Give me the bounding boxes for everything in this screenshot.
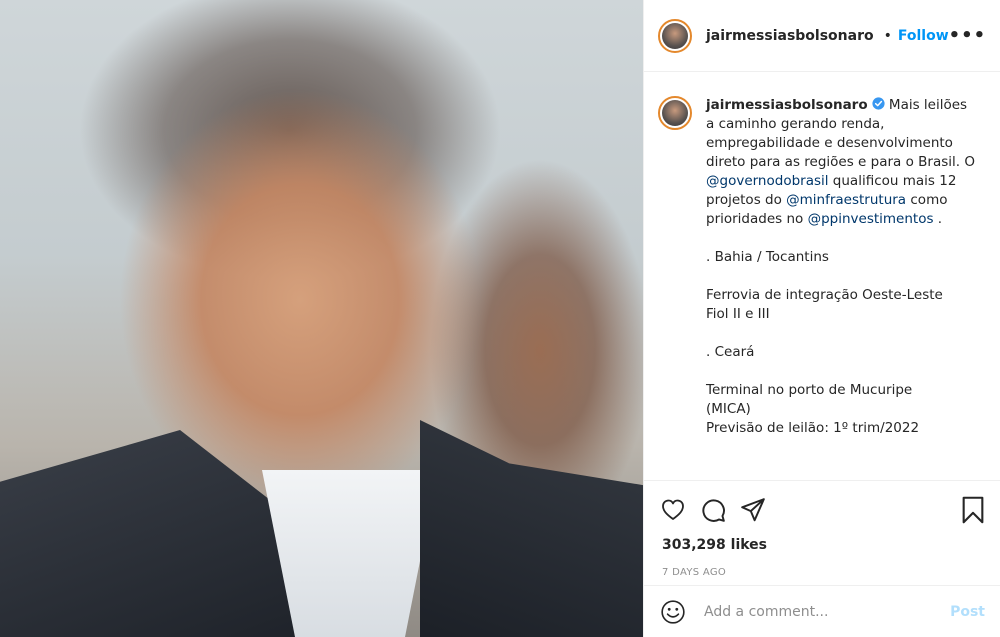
more-options-icon[interactable]: ••• <box>949 25 987 46</box>
caption-text: jairmessiasbolsonaro Mais leilões a cami… <box>706 96 976 438</box>
header-username[interactable]: jairmessiasbolsonaro <box>706 28 874 44</box>
save-bookmark-icon[interactable] <box>961 496 985 524</box>
comment-input[interactable] <box>702 602 951 621</box>
caption-area: jairmessiasbolsonaro Mais leilões a cami… <box>644 72 1000 480</box>
mention-link[interactable]: @ppinvestimentos <box>808 211 934 227</box>
heart-icon[interactable] <box>660 498 686 522</box>
suit-left <box>0 430 300 637</box>
mention-link[interactable]: @governodobrasil <box>706 173 829 189</box>
emoji-icon[interactable] <box>660 599 686 625</box>
comment-bar: Post <box>644 585 1000 637</box>
post-timestamp[interactable]: 7 DAYS AGO <box>644 553 1000 578</box>
mention-link[interactable]: @minfraestrutura <box>786 192 906 208</box>
post-side-panel: jairmessiasbolsonaro • Follow ••• jairme… <box>643 0 1000 637</box>
likes-count[interactable]: 303,298 likes <box>644 529 1000 553</box>
caption-username[interactable]: jairmessiasbolsonaro <box>706 97 868 113</box>
caption-avatar[interactable] <box>658 96 692 130</box>
post-header: jairmessiasbolsonaro • Follow ••• <box>644 0 1000 72</box>
comment-icon[interactable] <box>700 497 726 523</box>
post-photo <box>0 0 643 637</box>
avatar[interactable] <box>658 18 692 53</box>
suit-right <box>420 420 643 637</box>
verified-badge-icon <box>872 97 885 110</box>
share-icon[interactable] <box>740 497 766 523</box>
post-button[interactable]: Post <box>950 604 985 620</box>
caption-text-part: . . Bahia / Tocantins Ferrovia de integr… <box>706 211 943 436</box>
follow-button[interactable]: Follow <box>898 28 949 44</box>
separator-dot: • <box>883 27 892 44</box>
actions-section: 303,298 likes 7 DAYS AGO <box>644 480 1000 578</box>
action-icons <box>644 481 1000 529</box>
